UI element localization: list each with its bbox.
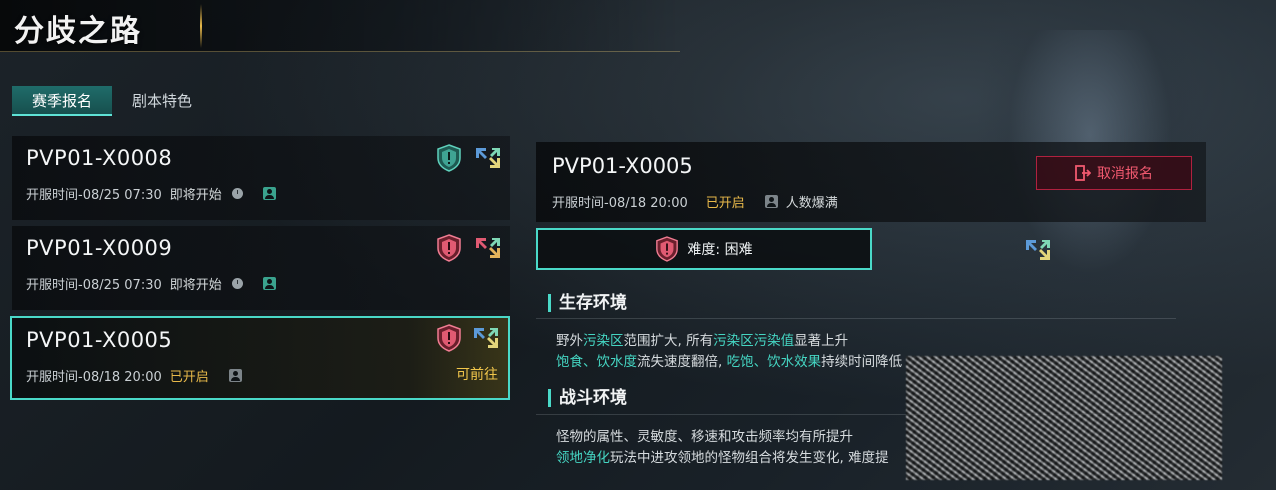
detail-header: PVP01-X0005 开服时间-08/18 20:00 已开启 人数爆满 取消… xyxy=(536,142,1206,222)
tab-script-features[interactable]: 剧本特色 xyxy=(112,86,212,116)
difficulty-indicator: 难度: 困难 xyxy=(536,228,872,270)
tab-season-signup[interactable]: 赛季报名 xyxy=(12,86,113,116)
detail-meta: 开服时间-08/18 20:00 已开启 人数爆满 xyxy=(552,192,838,211)
clock-icon xyxy=(231,188,243,199)
text-segment: 持续时间降低 xyxy=(821,354,903,370)
detail-status: 已开启 xyxy=(705,196,745,211)
highlight-text: 污染区污染值 xyxy=(713,333,795,349)
server-open-time: 开服时间-08/25 07:30 xyxy=(26,278,162,293)
person-icon xyxy=(262,187,276,200)
highlight-text: 饱食、饮水度 xyxy=(556,354,637,370)
text-segment: 野外 xyxy=(556,333,583,349)
cancel-signup-label: 取消报名 xyxy=(1097,166,1153,182)
person-icon xyxy=(228,369,242,382)
tab-bar: 赛季报名 剧本特色 xyxy=(12,86,212,116)
text-segment: 显著上升 xyxy=(794,333,849,349)
server-card-x0009[interactable]: PVP01-X0009 开服时间-08/25 07:30 即将开始 xyxy=(12,226,510,310)
server-name: PVP01-X0008 xyxy=(26,146,173,170)
section-title-survival: 生存环境 xyxy=(548,294,627,312)
crowd-status: 人数爆满 xyxy=(785,196,838,211)
shield-icon xyxy=(437,144,461,172)
goto-button[interactable]: 可前往 xyxy=(456,364,498,384)
noise-overlay xyxy=(906,356,1222,480)
server-card-x0008[interactable]: PVP01-X0008 开服时间-08/25 07:30 即将开始 xyxy=(12,136,510,220)
header-accent xyxy=(200,4,202,48)
page-title: 分歧之路 xyxy=(14,14,142,49)
exit-icon xyxy=(1075,165,1091,181)
swap-icon[interactable] xyxy=(472,324,500,352)
header-bar: 分歧之路 xyxy=(0,0,680,52)
server-open-time: 开服时间-08/18 20:00 xyxy=(26,370,162,385)
swap-icon[interactable] xyxy=(474,144,502,172)
server-meta: 开服时间-08/18 20:00 已开启 xyxy=(26,366,242,385)
server-meta: 开服时间-08/25 07:30 即将开始 xyxy=(26,274,276,293)
section-title-combat: 战斗环境 xyxy=(548,389,627,407)
server-status: 即将开始 xyxy=(169,188,222,203)
survival-line-1: 野外污染区范围扩大, 所有污染区污染值显著上升 xyxy=(556,331,1176,352)
server-open-time: 开服时间-08/25 07:30 xyxy=(26,188,162,203)
server-name: PVP01-X0005 xyxy=(26,328,173,352)
text-segment: 范围扩大, 所有 xyxy=(623,333,714,349)
swap-icon[interactable] xyxy=(1024,236,1052,264)
shield-icon xyxy=(656,236,679,262)
text-segment: 流失速度翻倍, xyxy=(637,354,727,370)
highlight-text: 污染区 xyxy=(583,333,624,349)
person-icon xyxy=(764,195,778,208)
text-segment: 玩法中进攻领地的怪物组合将发生变化, 难度 xyxy=(610,450,876,466)
shield-icon xyxy=(437,234,461,262)
server-status: 即将开始 xyxy=(169,278,222,293)
server-card-x0005[interactable]: PVP01-X0005 开服时间-08/18 20:00 已开启 可前往 xyxy=(10,316,510,400)
server-meta: 开服时间-08/25 07:30 即将开始 xyxy=(26,184,276,203)
detail-server-name: PVP01-X0005 xyxy=(552,154,693,178)
swap-icon[interactable] xyxy=(474,234,502,262)
server-status: 已开启 xyxy=(169,370,209,385)
person-icon xyxy=(262,277,276,290)
cancel-signup-button[interactable]: 取消报名 xyxy=(1036,156,1192,190)
clock-icon xyxy=(231,278,243,289)
server-name: PVP01-X0009 xyxy=(26,236,173,260)
highlight-text: 领地净化 xyxy=(556,450,610,466)
highlight-text: 吃饱、饮水效果 xyxy=(726,354,822,370)
difficulty-label: 难度: 困难 xyxy=(687,242,753,258)
detail-open-time: 开服时间-08/18 20:00 xyxy=(552,196,688,211)
text-segment: 提 xyxy=(875,450,889,466)
shield-icon xyxy=(437,324,461,352)
